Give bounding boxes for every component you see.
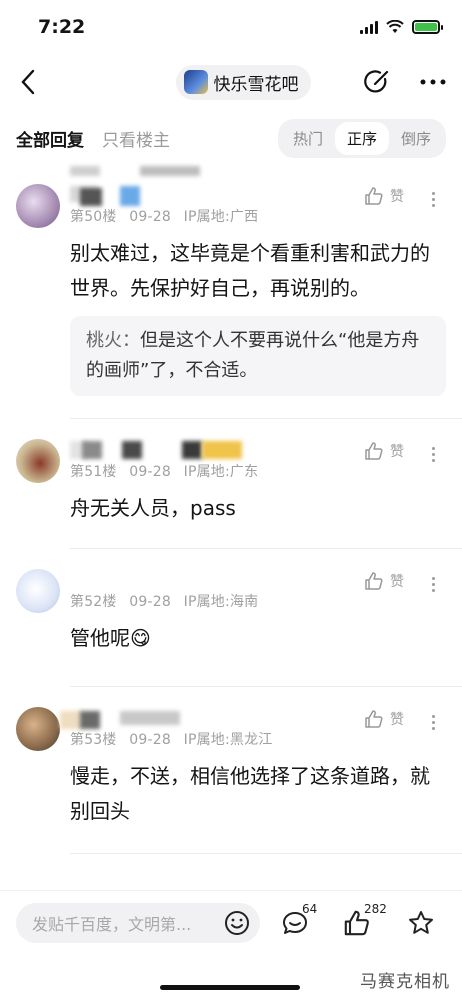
ip-location: IP属地:黑龙江 — [183, 732, 273, 748]
comment-more-button[interactable] — [424, 192, 442, 207]
like-button[interactable]: 赞 — [364, 709, 404, 729]
wifi-icon — [386, 20, 404, 33]
clock: 7:22 — [38, 16, 86, 38]
forum-pill[interactable]: 快乐雪花吧 — [175, 64, 311, 100]
sub-reply-author[interactable]: 桃火： — [86, 330, 140, 351]
comment-floor-51: 第51楼 09-28 IP属地:广东 赞 舟无关人员，pass — [0, 419, 462, 548]
comment-meta: 第50楼 09-28 IP属地:广西 — [70, 206, 446, 226]
sort-ascending[interactable]: 正序 — [334, 121, 389, 155]
floor-number: 第52楼 — [70, 594, 117, 610]
bottom-action-bar: 发贴千百度，文明第... 64 282 — [0, 890, 462, 954]
floor-number: 第53楼 — [70, 732, 117, 748]
status-icons — [360, 20, 443, 34]
home-indicator[interactable] — [160, 985, 300, 990]
reply-filter-row: 全部回复 只看楼主 热门 正序 倒序 — [0, 110, 462, 166]
like-button[interactable]: 赞 — [364, 571, 404, 591]
more-menu-button[interactable] — [418, 67, 448, 97]
post-date: 09-28 — [129, 464, 171, 480]
thumbs-up-icon — [365, 187, 383, 205]
tab-all-replies[interactable]: 全部回复 — [16, 126, 84, 151]
forum-avatar — [183, 70, 208, 94]
watermark: 马赛克相机 — [360, 972, 450, 992]
cellular-signal-icon — [360, 20, 378, 34]
more-horizontal-icon — [420, 79, 446, 85]
like-label: 赞 — [390, 444, 404, 460]
comment-count-badge: 64 — [302, 901, 318, 916]
comment-meta: 第51楼 09-28 IP属地:广东 — [70, 461, 446, 481]
forum-name: 快乐雪花吧 — [213, 74, 299, 95]
comment-more-button[interactable] — [424, 447, 442, 462]
compose-icon — [364, 70, 389, 93]
divider — [70, 853, 462, 854]
floor-number: 第50楼 — [70, 209, 117, 225]
nav-bar: 快乐雪花吧 — [0, 54, 462, 110]
ip-location: IP属地:海南 — [183, 594, 259, 610]
post-date: 09-28 — [129, 732, 171, 748]
emoji-icon[interactable] — [224, 910, 250, 936]
star-icon — [409, 910, 433, 934]
comment-more-button[interactable] — [424, 715, 442, 730]
comments-button[interactable]: 64 — [280, 902, 317, 938]
sort-descending[interactable]: 倒序 — [389, 122, 443, 155]
like-label: 赞 — [390, 574, 404, 590]
thumbs-up-icon — [365, 572, 383, 590]
ip-location: IP属地:广东 — [183, 464, 259, 480]
sort-hot[interactable]: 热门 — [281, 122, 335, 155]
reply-input[interactable]: 发贴千百度，文明第... — [16, 902, 260, 943]
like-button[interactable]: 赞 — [364, 186, 404, 206]
user-avatar[interactable] — [16, 569, 60, 613]
tab-op-only[interactable]: 只看楼主 — [102, 126, 170, 151]
comment-text: 慢走，不送，相信他选择了这条道路，就别回头 — [70, 764, 430, 823]
post-date: 09-28 — [129, 209, 171, 225]
user-avatar[interactable] — [16, 707, 60, 751]
sub-reply-box[interactable]: 桃火：但是这个人不要再说什么“他是方舟的画师”了，不合适。 — [70, 316, 446, 396]
ip-location: IP属地:广西 — [183, 209, 259, 225]
comment-more-button[interactable] — [424, 577, 442, 592]
floor-number: 第51楼 — [70, 464, 117, 480]
comment-floor-50: 第50楼 09-28 IP属地:广西 赞 别太难过，这毕竟是个看重利害和武力的世… — [0, 180, 462, 418]
user-avatar[interactable] — [16, 184, 60, 228]
chevron-left-icon — [21, 69, 35, 95]
post-date: 09-28 — [129, 594, 171, 610]
comment-text: 别太难过，这毕竟是个看重利害和武力的世界。先保护好自己，再说别的。 — [70, 241, 430, 300]
sort-segmented-control: 热门 正序 倒序 — [277, 118, 446, 158]
comment-meta: 第53楼 09-28 IP属地:黑龙江 — [70, 729, 446, 749]
favorite-button[interactable] — [406, 908, 436, 938]
comment-floor-52: 第52楼 09-28 IP属地:海南 赞 管他呢😋 — [0, 549, 462, 686]
user-avatar[interactable] — [16, 439, 60, 483]
thumbs-up-icon — [365, 710, 383, 728]
like-button[interactable]: 赞 — [364, 441, 404, 461]
status-bar: 7:22 — [0, 0, 462, 54]
like-label: 赞 — [390, 712, 404, 728]
censored-strip — [0, 166, 462, 180]
compose-button[interactable] — [362, 67, 392, 97]
like-label: 赞 — [390, 189, 404, 205]
like-count-badge: 282 — [364, 901, 387, 916]
back-button[interactable] — [20, 66, 52, 98]
comment-text: 管他呢😋 — [70, 626, 151, 650]
comment-meta: 第52楼 09-28 IP属地:海南 — [70, 591, 446, 611]
comment-floor-53: 第53楼 09-28 IP属地:黑龙江 赞 慢走，不送，相信他选择了这条道路，就… — [0, 687, 462, 853]
reply-input-placeholder: 发贴千百度，文明第... — [32, 914, 192, 934]
battery-icon — [412, 20, 443, 34]
comment-text: 舟无关人员，pass — [70, 496, 236, 520]
thumbs-up-icon — [365, 442, 383, 460]
like-post-button[interactable]: 282 — [342, 902, 387, 938]
